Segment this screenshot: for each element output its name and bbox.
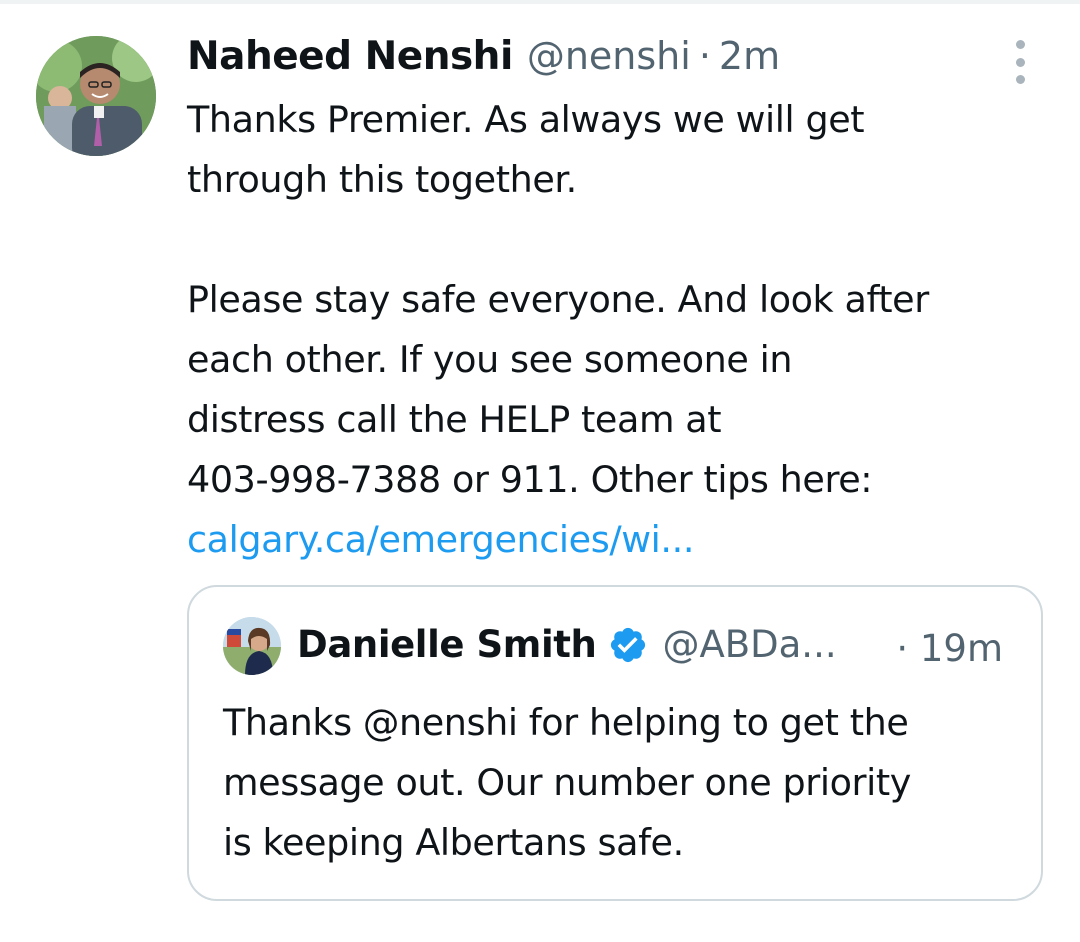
tweet[interactable]: Naheed Nenshi @nenshi · 2m Thanks Premie… [0, 0, 1080, 942]
more-dot [1015, 40, 1025, 49]
avatar[interactable] [36, 36, 156, 156]
separator-dot: · [698, 34, 711, 78]
text-line: 403-998-7388 or 911. Other tips here: [187, 458, 873, 501]
text-line: through this together. [187, 158, 577, 201]
text-line: each other. If you see someone in [187, 338, 793, 381]
avatar-photo [36, 36, 156, 156]
text-line: Please stay safe everyone. And look afte… [187, 278, 929, 321]
quoted-header: Danielle Smith @ABDa... [297, 623, 862, 666]
more-dot [1015, 57, 1025, 67]
text-line: distress call the HELP team at [187, 398, 722, 441]
verified-badge-icon [611, 627, 646, 662]
more-vertical-icon[interactable] [1008, 40, 1032, 84]
quoted-text: Thanks @nenshi for helping to get the me… [223, 693, 1023, 873]
quoted-text-line: message out. Our number one priority [223, 761, 911, 804]
text-line: Thanks Premier. As always we will get [187, 98, 865, 141]
author-handle[interactable]: @nenshi [527, 34, 691, 78]
quoted-timestamp[interactable]: · 19m [896, 627, 1003, 670]
quoted-tweet-card[interactable]: Danielle Smith @ABDa... · 19m Thanks @ne… [187, 585, 1043, 901]
quoted-avatar[interactable] [223, 617, 281, 675]
quoted-avatar-photo [223, 617, 281, 675]
tweet-link[interactable]: calgary.ca/emergencies/wi... [187, 518, 694, 561]
quoted-text-line: Thanks @nenshi for helping to get the [223, 701, 909, 744]
more-dot [1015, 75, 1025, 84]
tweet-timestamp[interactable]: 2m [719, 34, 780, 78]
quoted-author-name[interactable]: Danielle Smith [297, 623, 597, 666]
tweet-text: Thanks Premier. As always we will get th… [187, 90, 1057, 570]
tweet-header: Naheed Nenshi @nenshi · 2m [187, 34, 780, 84]
author-name[interactable]: Naheed Nenshi [187, 34, 513, 79]
quoted-author-handle[interactable]: @ABDa... [662, 623, 862, 666]
quoted-text-line: is keeping Albertans safe. [223, 821, 684, 864]
